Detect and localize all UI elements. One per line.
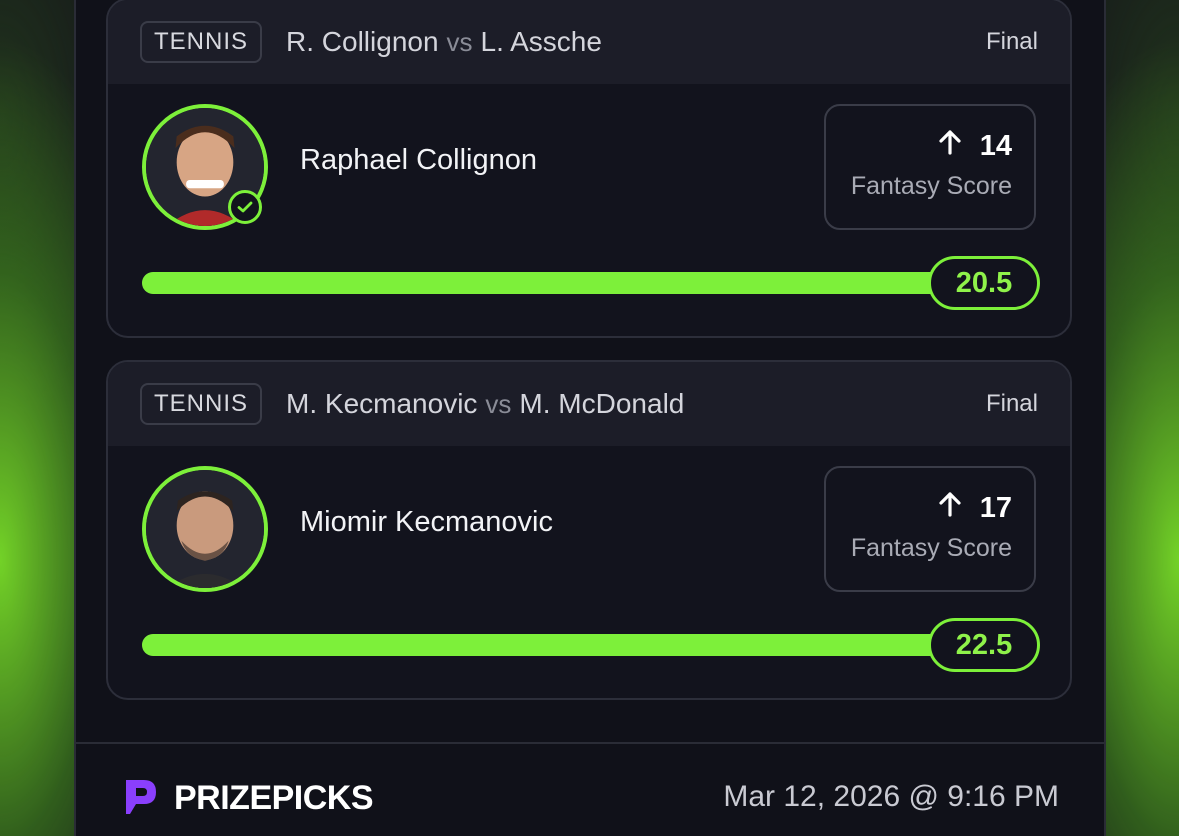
score-label: Fantasy Score: [850, 534, 1012, 562]
player-avatar[interactable]: [142, 466, 268, 592]
progress-track: [142, 272, 952, 294]
progress-fill: [142, 272, 952, 294]
prizepicks-logo-icon: [118, 774, 162, 823]
pick-datetime: Mar 12, 2026 @ 9:16 PM: [723, 780, 1059, 813]
matchup: M. Kecmanovic vs M. McDonald: [286, 388, 684, 420]
progress-track: [142, 634, 952, 656]
team-b: L. Assche: [480, 26, 602, 57]
score-label: Fantasy Score: [850, 172, 1012, 200]
card-header: TENNIS R. Collignon vs L. Assche Final: [108, 0, 1070, 84]
card-header: TENNIS M. Kecmanovic vs M. McDonald Fina…: [108, 362, 1070, 446]
game-status: Final: [985, 28, 1038, 55]
pick-card[interactable]: TENNIS R. Collignon vs L. Assche Final R…: [106, 0, 1072, 338]
team-a: R. Collignon: [286, 26, 439, 57]
game-status: Final: [985, 390, 1038, 417]
fantasy-score-box: 17 Fantasy Score: [824, 466, 1036, 592]
sport-tag: TENNIS: [140, 383, 263, 425]
player-name: Miomir Kecmanovic: [300, 506, 553, 538]
score-value: 17: [979, 491, 1012, 524]
score-value: 14: [979, 129, 1012, 162]
verified-check-icon: [228, 190, 262, 224]
team-a: M. Kecmanovic: [286, 388, 478, 419]
vs-label: vs: [485, 389, 512, 419]
line-value-pill: 20.5: [928, 256, 1040, 310]
vs-label: vs: [446, 27, 473, 57]
arrow-up-icon: [936, 128, 964, 164]
team-b: M. McDonald: [519, 388, 685, 419]
footer-divider: [76, 742, 1104, 744]
arrow-up-icon: [936, 490, 964, 526]
fantasy-score-box: 14 Fantasy Score: [824, 104, 1036, 230]
line-value-pill: 22.5: [928, 618, 1040, 672]
brand-name: PRIZEPICKS: [174, 779, 374, 817]
progress-fill: [142, 634, 952, 656]
player-name: Raphael Collignon: [300, 144, 537, 176]
matchup: R. Collignon vs L. Assche: [286, 26, 602, 58]
sport-tag: TENNIS: [140, 21, 263, 63]
brand: PRIZEPICKS: [118, 774, 374, 823]
pick-card[interactable]: TENNIS M. Kecmanovic vs M. McDonald Fina…: [106, 360, 1072, 700]
